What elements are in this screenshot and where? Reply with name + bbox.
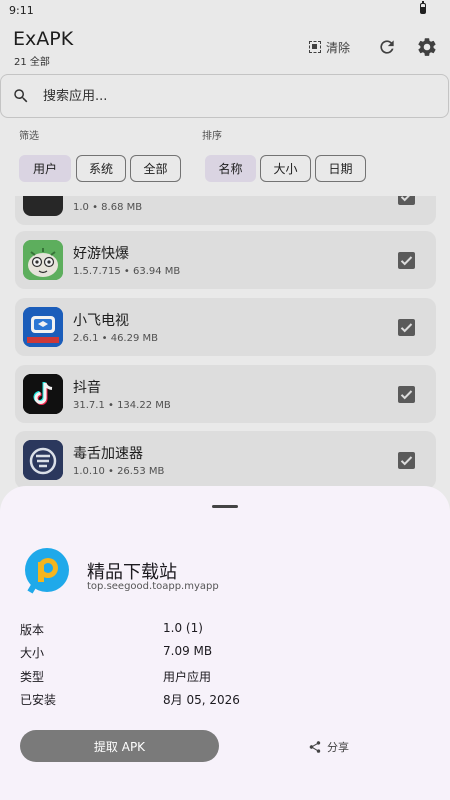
detail-value-size: 7.09 MB bbox=[163, 644, 213, 658]
share-button[interactable]: 分享 bbox=[308, 738, 349, 756]
share-icon bbox=[309, 741, 321, 753]
share-label: 分享 bbox=[327, 741, 349, 754]
sheet-package-name: top.seegood.toapp.myapp bbox=[87, 581, 219, 592]
detail-label-type: 类型 bbox=[20, 670, 45, 684]
jingpin-app-icon bbox=[25, 548, 69, 594]
app-details-bottom-sheet: 精品下载站 top.seegood.toapp.myapp 版本 1.0 (1)… bbox=[0, 486, 450, 800]
detail-value-installed: 8月 05, 2026 bbox=[163, 693, 240, 707]
detail-value-version: 1.0 (1) bbox=[163, 621, 203, 635]
detail-label-installed: 已安装 bbox=[20, 693, 57, 707]
detail-label-version: 版本 bbox=[20, 623, 45, 637]
detail-value-type: 用户应用 bbox=[163, 670, 212, 684]
detail-label-size: 大小 bbox=[20, 646, 45, 660]
extract-apk-button[interactable]: 提取 APK bbox=[20, 730, 219, 762]
drag-handle[interactable] bbox=[212, 505, 238, 508]
